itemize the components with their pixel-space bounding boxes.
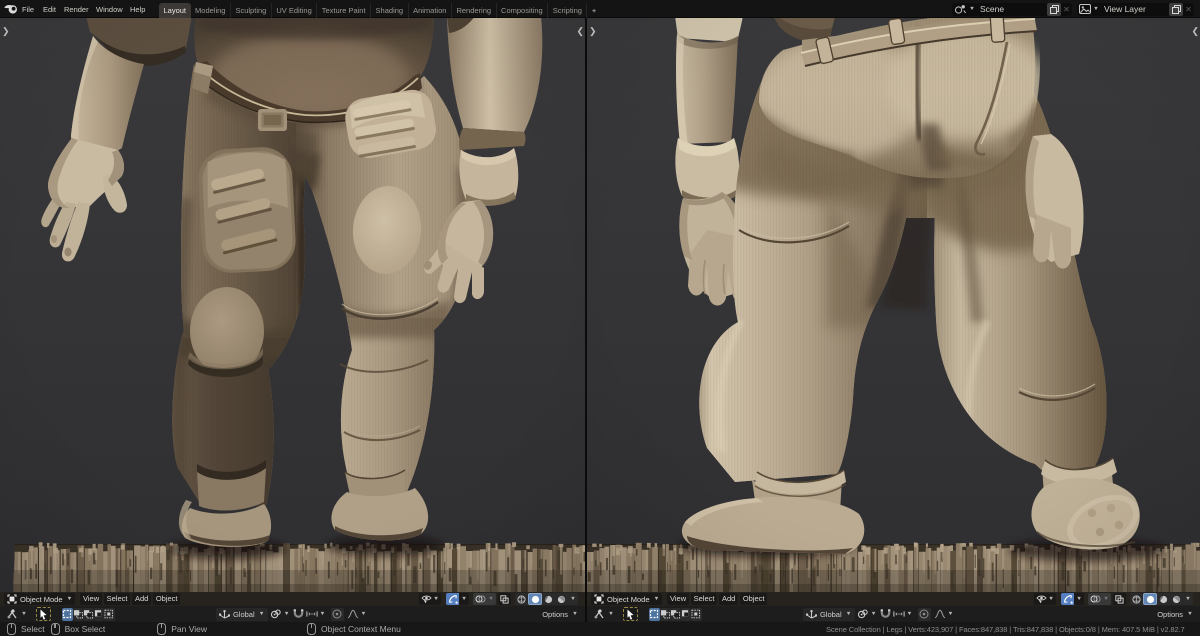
svg-text:❮: ❮ (1191, 26, 1199, 37)
svg-text:❮: ❮ (576, 26, 584, 37)
svg-text:❯: ❯ (589, 26, 597, 37)
svg-text:❯: ❯ (2, 26, 10, 37)
